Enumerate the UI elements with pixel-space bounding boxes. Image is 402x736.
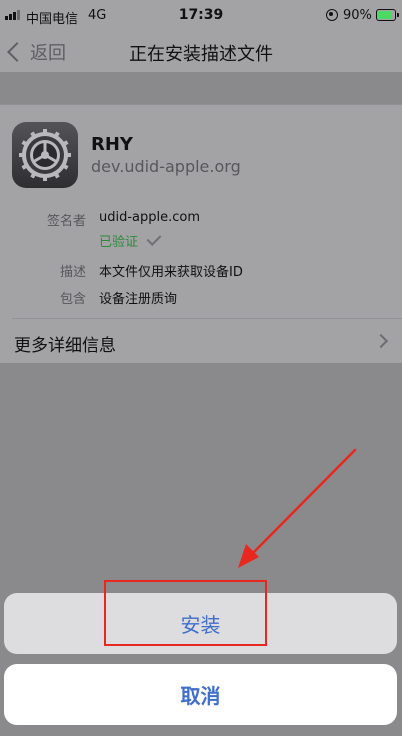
annotation-arrow [238, 448, 357, 568]
